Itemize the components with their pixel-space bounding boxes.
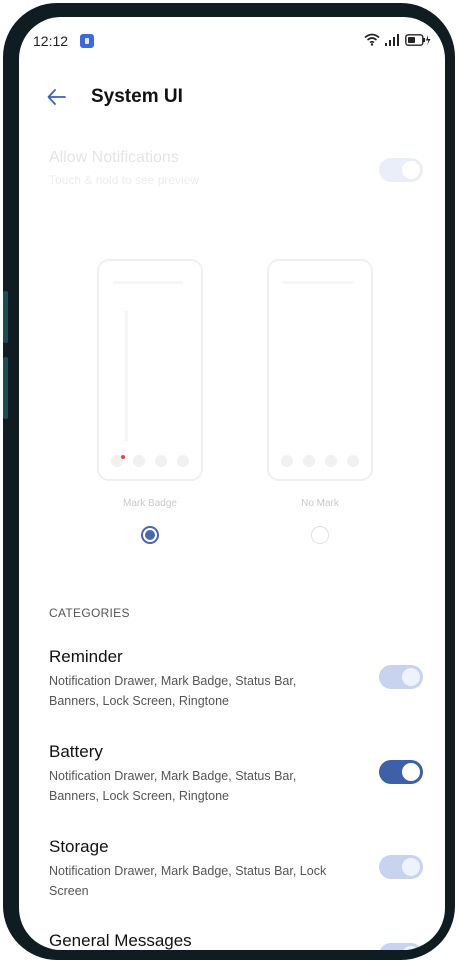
allow-notifications-row[interactable]: Allow Notifications Touch & hold to see …: [49, 149, 421, 199]
category-title: Reminder: [49, 647, 123, 666]
preview-line: [283, 281, 353, 284]
app-icon: [325, 455, 337, 467]
app-icon: [347, 455, 359, 467]
signal-icon: [385, 33, 399, 46]
screen: 12:12 System UI Allow Notifications Touc…: [19, 17, 445, 950]
toggle-knob: [402, 161, 420, 179]
no-mark-label: No Mark: [301, 498, 339, 509]
category-storage[interactable]: Storage Notification Drawer, Mark Badge,…: [49, 837, 421, 901]
allow-notifications-subtitle: Touch & hold to see preview: [49, 173, 200, 187]
reminder-toggle[interactable]: [379, 665, 423, 689]
battery-toggle[interactable]: [379, 760, 423, 784]
app-bar: System UI: [19, 79, 445, 119]
category-battery[interactable]: Battery Notification Drawer, Mark Badge,…: [49, 742, 421, 806]
volume-down-button: [3, 357, 8, 419]
category-subtitle: Notification Drawer, Mark Badge, Status …: [49, 674, 297, 708]
app-icon: [303, 455, 315, 467]
app-icon: [177, 455, 189, 467]
no-mark-radio[interactable]: [311, 526, 329, 544]
volume-up-button: [3, 291, 8, 343]
category-subtitle: Notification Drawer, Mark Badge, Status …: [49, 864, 327, 898]
mark-badge-preview[interactable]: [97, 259, 203, 481]
phone-frame: 12:12 System UI Allow Notifications Touc…: [3, 3, 455, 960]
toggle-knob: [402, 946, 420, 950]
app-notification-icon: [80, 34, 94, 48]
preview-line: [125, 311, 128, 441]
category-general-messages[interactable]: General Messages: [49, 931, 421, 950]
category-subtitle: Notification Drawer, Mark Badge, Status …: [49, 769, 297, 803]
status-bar: 12:12: [19, 17, 445, 61]
app-icon: [155, 455, 167, 467]
category-title: General Messages: [49, 931, 192, 950]
preview-dock: [269, 455, 371, 467]
badge-dot: [121, 455, 125, 459]
categories-header: CATEGORIES: [49, 606, 130, 620]
battery-charging-icon: [405, 33, 431, 46]
category-reminder[interactable]: Reminder Notification Drawer, Mark Badge…: [49, 647, 421, 711]
status-icons: [364, 33, 431, 46]
storage-toggle[interactable]: [379, 855, 423, 879]
mark-badge-label: Mark Badge: [123, 498, 177, 509]
back-button[interactable]: [45, 85, 69, 109]
preview-line: [113, 281, 183, 284]
arrow-left-icon: [47, 89, 66, 105]
general-messages-toggle[interactable]: [379, 943, 423, 950]
allow-notifications-title: Allow Notifications: [49, 149, 179, 166]
category-title: Storage: [49, 837, 109, 856]
app-icon: [281, 455, 293, 467]
allow-notifications-toggle[interactable]: [379, 158, 423, 182]
mark-badge-radio[interactable]: [141, 526, 159, 544]
category-title: Battery: [49, 742, 103, 761]
preview-dock: [99, 455, 201, 467]
status-time: 12:12: [33, 33, 69, 49]
toggle-knob: [402, 858, 420, 876]
toggle-knob: [402, 763, 420, 781]
wifi-icon: [364, 33, 380, 46]
app-icon: [133, 455, 145, 467]
page-title: System UI: [91, 86, 183, 107]
toggle-knob: [402, 668, 420, 686]
no-mark-preview[interactable]: [267, 259, 373, 481]
